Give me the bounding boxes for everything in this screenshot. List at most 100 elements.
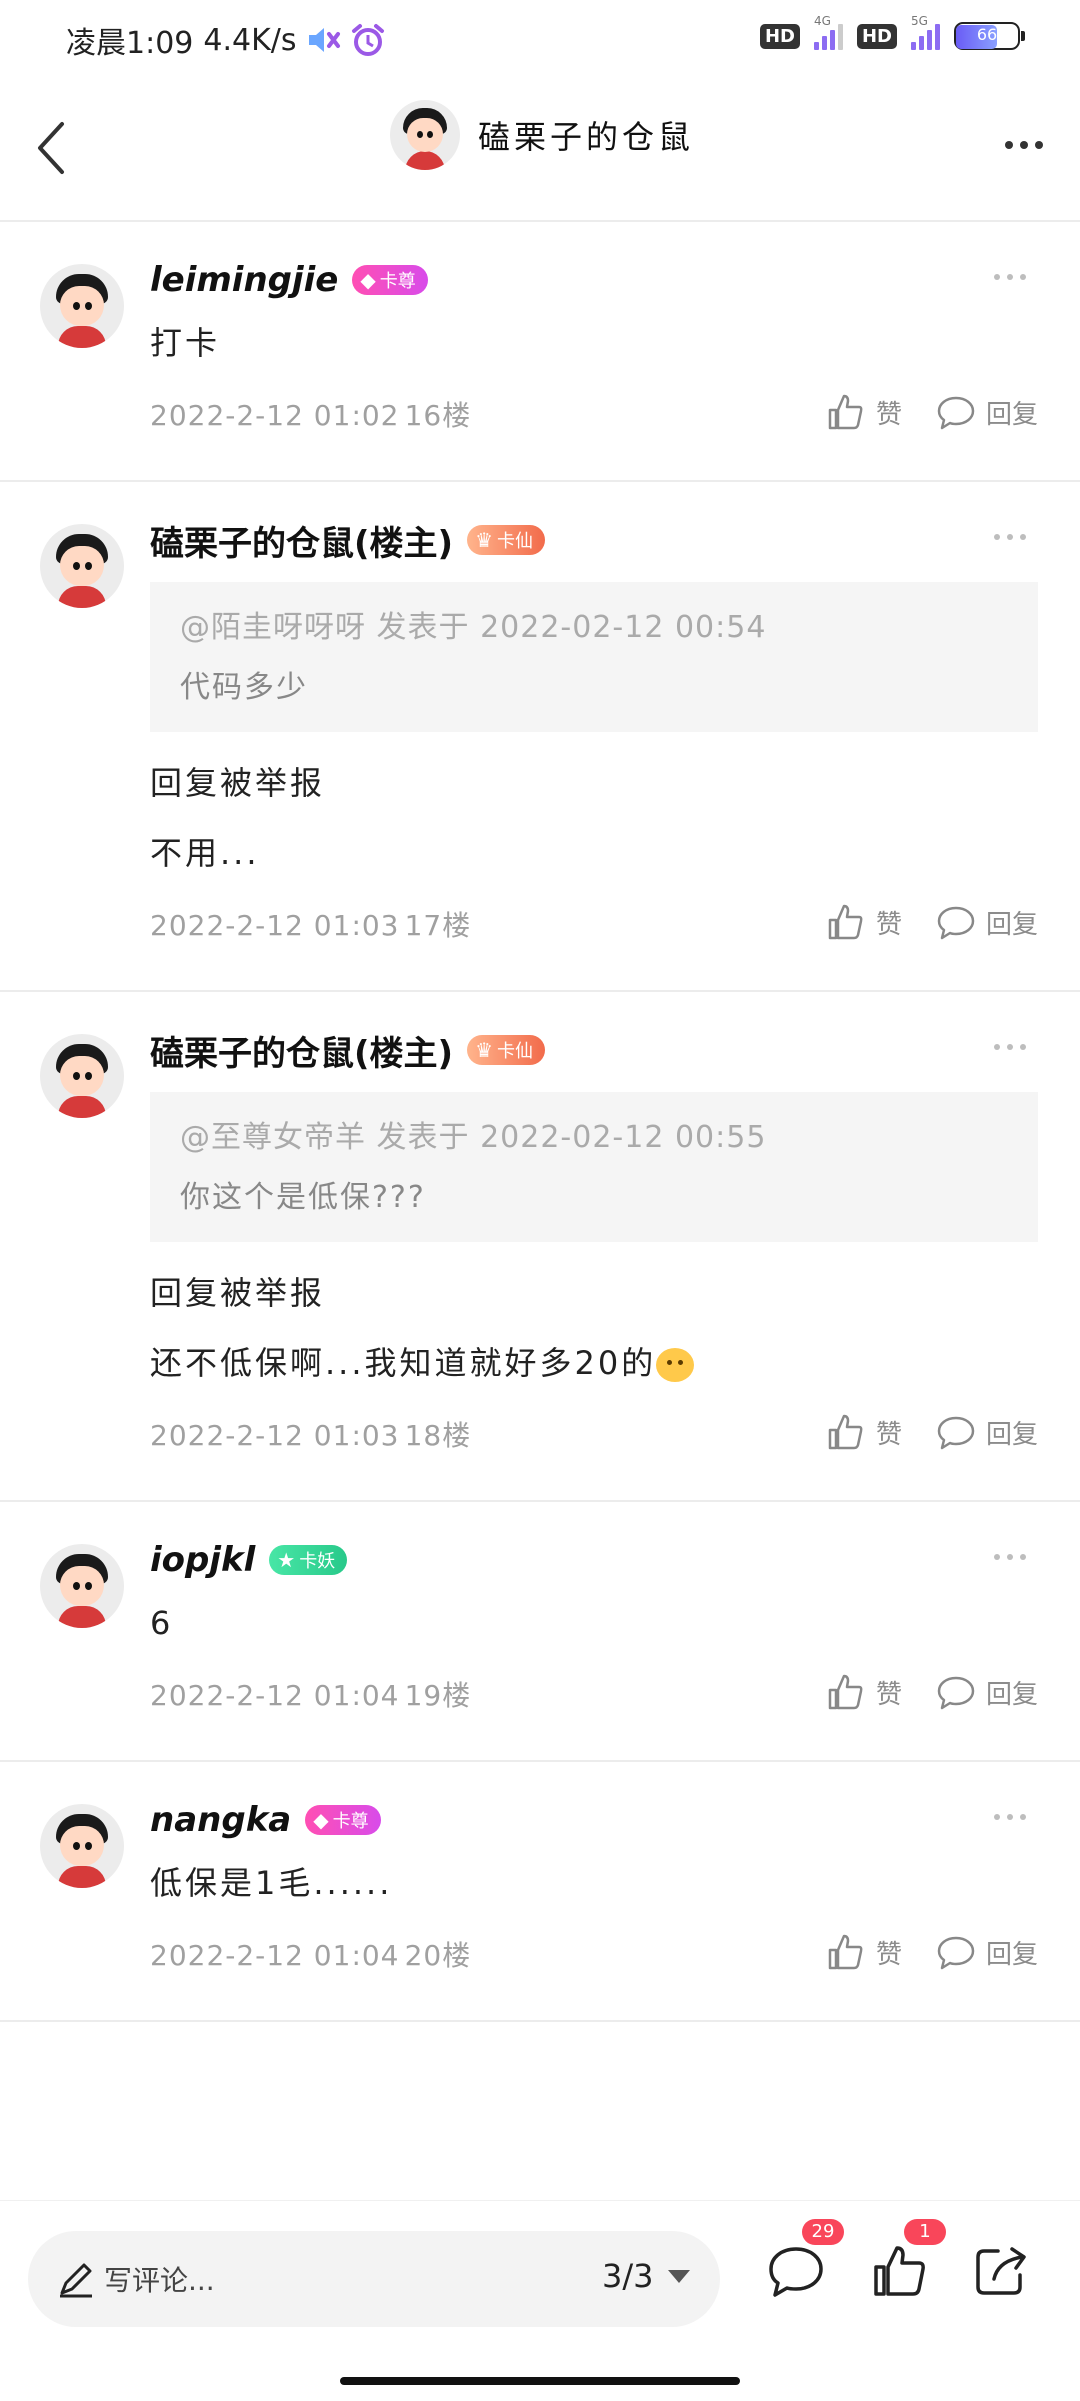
network-speed: 4.4K/s (203, 22, 297, 58)
comment-actions: 赞 回复 (826, 1672, 1038, 1712)
comment-author[interactable]: nangka (150, 1800, 291, 1840)
level-badge: ♛ 卡仙 (467, 525, 546, 555)
quoted-comment[interactable]: @至尊女帝羊 发表于 2022-02-12 00:55 你这个是低保??? (150, 1092, 1038, 1242)
quote-body: 你这个是低保??? (180, 1180, 426, 1215)
comment-more-icon[interactable] (994, 1554, 1026, 1560)
page-selector[interactable]: 3/3 (602, 2257, 690, 2295)
reply-label: 回复 (985, 1419, 1038, 1450)
comment-item: iopjkl ★ 卡妖 6 2022-2-12 01:04 19楼 赞 回复 (0, 1502, 1080, 1762)
quote-body: 代码多少 (180, 670, 308, 705)
star-icon: ★ (277, 1548, 296, 1572)
comment-count-badge: 29 (802, 2219, 844, 2245)
level-badge: ♛ 卡仙 (467, 1035, 546, 1065)
comment-text: 6 (150, 1604, 174, 1642)
battery-icon: 66 (954, 22, 1025, 50)
like-post-button[interactable]: 1 (870, 2219, 946, 2303)
reply-label: 回复 (985, 1679, 1038, 1710)
signal-4g-icon: 4G (813, 14, 843, 50)
mute-icon (308, 28, 340, 52)
comment-item: nangka ◆ 卡尊 低保是1毛...... 2022-2-12 01:04 2… (0, 1762, 1080, 2022)
comment-time: 2022-2-12 01:04 (150, 1679, 400, 1712)
pen-icon (60, 2263, 92, 2298)
comment-actions: 赞 回复 (826, 392, 1038, 432)
comment-author[interactable]: 磕栗子的仓鼠(楼主) (150, 1026, 453, 1075)
comment-text: 不用... (150, 834, 260, 872)
comment-author[interactable]: leimingjie (150, 260, 338, 300)
quote-header: @至尊女帝羊 发表于 2022-02-12 00:55 (180, 1120, 767, 1155)
comment-more-icon[interactable] (994, 534, 1026, 540)
thumbs-up-icon (828, 904, 863, 940)
comment-actions: 赞 回复 (826, 1932, 1038, 1972)
signal-5g-icon: 5G (911, 14, 940, 50)
comments-button[interactable]: 29 (766, 2219, 844, 2303)
avatar[interactable] (390, 100, 460, 170)
comment-text: 还不低保啊...我知道就好多20的 (150, 1344, 657, 1382)
comment-header: leimingjie ◆ 卡尊 (150, 252, 1038, 308)
like-button[interactable]: 赞 (826, 902, 902, 942)
comment-time: 2022-2-12 01:04 (150, 1939, 400, 1972)
avatar[interactable] (40, 1804, 124, 1888)
like-button[interactable]: 赞 (826, 1932, 902, 1972)
reply-button[interactable]: 回复 (936, 903, 1038, 941)
hd-badge: HD (856, 23, 897, 49)
comment-header: nangka ◆ 卡尊 (150, 1792, 1038, 1848)
level-badge: ◆ 卡尊 (305, 1805, 381, 1835)
avatar[interactable] (40, 264, 124, 348)
comment-author[interactable]: iopjkl (150, 1540, 255, 1580)
more-menu-icon[interactable] (994, 125, 1054, 165)
comment-bubble-icon (937, 1416, 975, 1450)
thumbs-up-icon (828, 394, 863, 430)
comment-footer: 2022-2-12 01:02 16楼 赞 回复 (150, 386, 1038, 446)
badge-label: 卡仙 (497, 531, 534, 552)
home-indicator[interactable] (340, 2377, 740, 2385)
like-button[interactable]: 赞 (826, 392, 902, 432)
comment-floor: 20楼 (404, 1939, 472, 1972)
alarm-icon (351, 24, 384, 56)
share-button[interactable] (972, 2243, 1032, 2303)
comment-header: iopjkl ★ 卡妖 (150, 1532, 1038, 1588)
hd-badge: HD (759, 23, 800, 49)
back-arrow-icon[interactable] (26, 108, 86, 188)
avatar[interactable] (40, 524, 124, 608)
share-icon (976, 2247, 1026, 2295)
top-nav: 磕栗子的仓鼠 (0, 80, 1080, 222)
reply-button[interactable]: 回复 (936, 1413, 1038, 1451)
comment-more-icon[interactable] (994, 274, 1026, 280)
comment-text: 低保是1毛...... (150, 1864, 393, 1902)
reply-button[interactable]: 回复 (936, 393, 1038, 431)
badge-label: 卡尊 (332, 1811, 369, 1832)
battery-level: 66 (976, 25, 998, 44)
header-user[interactable]: 磕栗子的仓鼠 (390, 100, 694, 170)
badge-label: 卡妖 (299, 1551, 336, 1572)
comment-floor: 18楼 (404, 1419, 472, 1452)
crown-icon: ♛ (475, 1038, 494, 1062)
comment-item: leimingjie ◆ 卡尊 打卡 2022-2-12 01:02 16楼 赞 … (0, 222, 1080, 482)
comment-header: 磕栗子的仓鼠(楼主) ♛ 卡仙 (150, 512, 1038, 568)
badge-label: 卡仙 (497, 1041, 534, 1062)
comment-author[interactable]: 磕栗子的仓鼠(楼主) (150, 516, 453, 565)
like-label: 赞 (875, 1679, 902, 1710)
diamond-icon: ◆ (313, 1808, 329, 1832)
comment-footer: 2022-2-12 01:03 18楼 赞 回复 (150, 1406, 1038, 1466)
avatar[interactable] (40, 1544, 124, 1628)
comment-header: 磕栗子的仓鼠(楼主) ♛ 卡仙 (150, 1022, 1038, 1078)
quoted-comment[interactable]: @陌圭呀呀呀 发表于 2022-02-12 00:54 代码多少 (150, 582, 1038, 732)
reply-button[interactable]: 回复 (936, 1933, 1038, 1971)
comment-more-icon[interactable] (994, 1814, 1026, 1820)
comment-more-icon[interactable] (994, 1044, 1026, 1050)
comment-footer: 2022-2-12 01:03 17楼 赞 回复 (150, 896, 1038, 956)
comment-bubble-icon (769, 2247, 823, 2297)
comment-input[interactable]: 写评论... 3/3 (28, 2231, 720, 2327)
thumbs-up-icon (828, 1934, 863, 1970)
like-button[interactable]: 赞 (826, 1412, 902, 1452)
like-button[interactable]: 赞 (826, 1672, 902, 1712)
like-label: 赞 (875, 909, 902, 940)
diamond-icon: ◆ (360, 268, 376, 292)
comment-bubble-icon (937, 1676, 975, 1710)
avatar[interactable] (40, 1034, 124, 1118)
comment-text: 打卡 (150, 324, 221, 362)
reply-button[interactable]: 回复 (936, 1673, 1038, 1711)
like-label: 赞 (875, 399, 902, 430)
like-label: 赞 (875, 1419, 902, 1450)
page-indicator: 3/3 (602, 2257, 654, 2295)
